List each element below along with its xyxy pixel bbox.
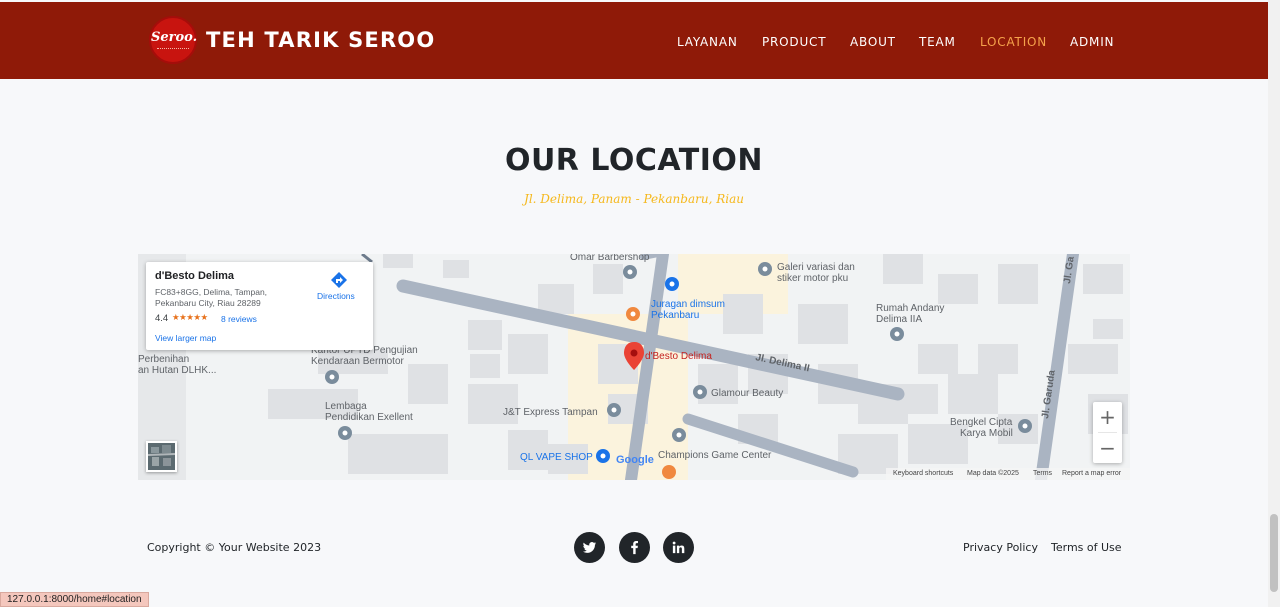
brand-logo[interactable]: Seroo. bbox=[149, 16, 197, 64]
label-juragan-2: Pekanbaru bbox=[651, 310, 699, 321]
place-rating: 4.4 bbox=[155, 313, 169, 324]
label-lembaga-1: Lembaga bbox=[325, 401, 367, 412]
label-perbenihan-2: an Hutan DLHK... bbox=[138, 365, 216, 376]
twitter-button[interactable] bbox=[574, 532, 605, 563]
linkedin-button[interactable] bbox=[663, 532, 694, 563]
place-info-card: d'Besto Delima FC83+8GG, Delima, Tampan,… bbox=[146, 262, 373, 350]
directions-link[interactable]: Directions bbox=[317, 291, 355, 301]
view-larger-map-link[interactable]: View larger map bbox=[155, 333, 216, 343]
page-scrollbar[interactable] bbox=[1268, 0, 1280, 607]
place-address: FC83+8GG, Delima, Tampan, Pekanbaru City… bbox=[155, 287, 268, 308]
label-kantor-2: Kendaraan Bermotor bbox=[311, 356, 405, 367]
satellite-toggle[interactable] bbox=[146, 441, 177, 472]
rating-stars-icon: ★★★★★ bbox=[172, 313, 208, 323]
label-juragan-1: Juragan dimsum bbox=[651, 299, 725, 310]
google-logo: Google bbox=[616, 454, 654, 466]
label-champions: Champions Game Center bbox=[658, 450, 772, 461]
privacy-policy-link[interactable]: Privacy Policy bbox=[963, 541, 1038, 554]
label-qlvape: QL VAPE SHOP bbox=[520, 452, 593, 463]
label-rumah-1: Rumah Andany bbox=[876, 303, 944, 314]
copyright-text: Copyright © Your Website 2023 bbox=[147, 541, 322, 554]
map-terms-link[interactable]: Terms bbox=[1033, 470, 1052, 477]
label-jt-express: J&T Express Tampan bbox=[503, 407, 598, 418]
scrollbar-thumb[interactable] bbox=[1270, 514, 1278, 592]
section-subtitle: Jl. Delima, Panam - Pekanbaru, Riau bbox=[524, 192, 744, 206]
label-dbesto-marker: d'Besto Delima bbox=[645, 351, 712, 362]
directions-icon[interactable] bbox=[330, 271, 348, 289]
section-title: OUR LOCATION bbox=[504, 143, 764, 178]
label-lembaga-2: Pendidikan Exellent bbox=[325, 412, 413, 423]
label-omar-barbershop: Omar Barbershop bbox=[570, 254, 650, 263]
nav-item-team[interactable]: TEAM bbox=[919, 35, 956, 49]
linkedin-icon bbox=[672, 541, 685, 554]
label-bengkel-2: Karya Mobil bbox=[960, 428, 1013, 439]
facebook-button[interactable] bbox=[619, 532, 650, 563]
label-perbenihan-1: Perbenihan bbox=[138, 354, 189, 365]
label-glamour: Glamour Beauty bbox=[711, 388, 783, 399]
logo-underline bbox=[157, 48, 189, 50]
nav-item-location[interactable]: LOCATION bbox=[980, 35, 1047, 49]
facebook-icon bbox=[631, 540, 638, 555]
nav-item-layanan[interactable]: LAYANAN bbox=[677, 35, 738, 49]
map-data-text: Map data ©2025 bbox=[967, 470, 1019, 477]
label-galeri-1: Galeri variasi dan bbox=[777, 262, 855, 273]
nav-item-product[interactable]: PRODUCT bbox=[762, 35, 826, 49]
reviews-link[interactable]: 8 reviews bbox=[221, 314, 257, 324]
map-attribution: Keyboard shortcuts Map data ©2025 Terms … bbox=[886, 468, 1130, 480]
label-rumah-2: Delima IIA bbox=[876, 314, 922, 325]
zoom-out-button[interactable]: − bbox=[1093, 433, 1122, 463]
brand-name[interactable]: TEH TARIK SEROO bbox=[206, 28, 435, 52]
place-name: d'Besto Delima bbox=[155, 270, 235, 282]
navbar: Seroo. TEH TARIK SEROO LAYANAN PRODUCT A… bbox=[0, 0, 1268, 79]
twitter-icon bbox=[582, 542, 597, 553]
zoom-in-button[interactable]: + bbox=[1093, 402, 1122, 432]
google-logo-text: Google bbox=[616, 454, 654, 466]
report-map-error-link[interactable]: Report a map error bbox=[1062, 470, 1121, 477]
nav-item-admin[interactable]: ADMIN bbox=[1070, 35, 1114, 49]
label-bengkel-1: Bengkel Cipta bbox=[950, 417, 1013, 428]
zoom-controls: + − bbox=[1093, 402, 1122, 463]
satellite-thumbnail-icon bbox=[148, 443, 175, 470]
nav-item-about[interactable]: ABOUT bbox=[850, 35, 896, 49]
status-bar-url: 127.0.0.1:8000/home#location bbox=[0, 592, 149, 607]
terms-of-use-link[interactable]: Terms of Use bbox=[1051, 541, 1122, 554]
logo-text: Seroo. bbox=[151, 30, 198, 45]
keyboard-shortcuts-link[interactable]: Keyboard shortcuts bbox=[893, 470, 953, 477]
label-galeri-2: stiker motor pku bbox=[777, 273, 848, 284]
